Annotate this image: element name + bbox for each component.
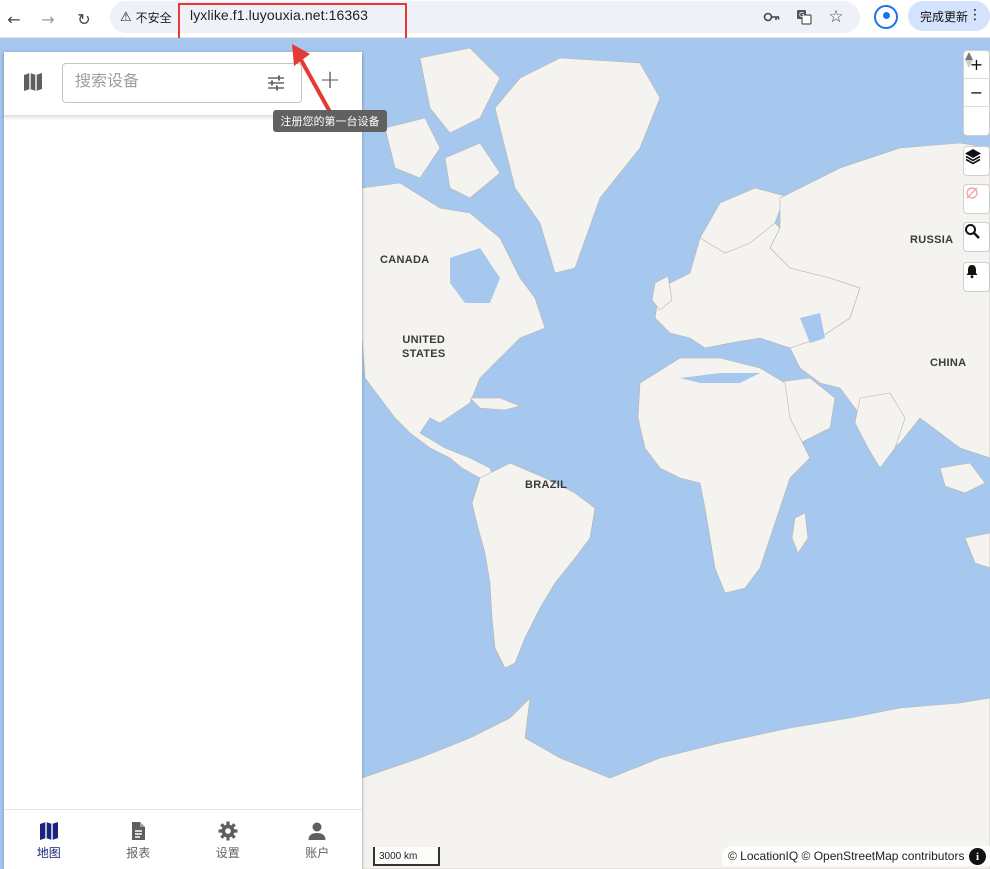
notification-control (963, 262, 990, 292)
zoom-out-button[interactable]: − (964, 79, 989, 107)
security-chip[interactable]: ⚠ 不安全 (120, 8, 172, 26)
reload-icon[interactable]: ↻ (70, 5, 98, 33)
bell-icon (966, 265, 978, 279)
gear-icon (218, 821, 238, 841)
notification-button[interactable] (964, 263, 989, 291)
map-toggle-icon[interactable] (22, 71, 44, 93)
forward-arrow-icon[interactable]: → (34, 5, 62, 33)
search-field[interactable] (62, 63, 302, 103)
person-icon (308, 822, 326, 840)
nav-item-map[interactable]: 地图 (4, 810, 94, 869)
search-control (963, 222, 990, 252)
nav-item-settings[interactable]: 设置 (183, 810, 273, 869)
browser-toolbar: ← → ↻ ⚠ 不安全 lyxlike.f1.luyouxia.net:1636… (0, 0, 990, 44)
geofence-off-icon (966, 187, 978, 199)
compass-button[interactable] (964, 52, 989, 135)
nav-item-reports[interactable]: 报表 (94, 810, 184, 869)
map-label-china: CHINA (930, 357, 967, 369)
geofence-control (963, 184, 990, 214)
update-button-label: 完成更新 (920, 9, 969, 24)
layers-button[interactable] (964, 147, 989, 175)
device-panel: + (4, 52, 362, 869)
profile-icon[interactable] (874, 5, 898, 29)
geofence-button[interactable] (964, 185, 989, 213)
nav-label-settings: 设置 (215, 846, 240, 860)
nav-label-map: 地图 (36, 846, 61, 860)
map-label-brazil: BRAZIL (525, 479, 568, 491)
map-search-button[interactable] (964, 223, 989, 251)
update-button[interactable]: 完成更新 ⋮ (908, 1, 990, 31)
report-icon (132, 822, 146, 840)
map-attribution: © LocationIQ © OpenStreetMap contributor… (722, 846, 990, 866)
nav-label-reports: 报表 (126, 846, 151, 860)
annotation-arrow (292, 44, 332, 113)
svg-text:G: G (799, 11, 804, 19)
map-label-united-states: UNITED STATES (402, 334, 446, 360)
nav-label-account: 账户 (305, 846, 330, 860)
scale-bar: 3000 km (373, 847, 440, 866)
layers-control (963, 146, 990, 176)
bottom-navigation: 地图 报表 设置 账户 (4, 809, 362, 869)
warning-icon: ⚠ (120, 9, 132, 25)
search-input[interactable] (75, 73, 255, 91)
nav-item-account[interactable]: 账户 (273, 810, 363, 869)
security-label: 不安全 (135, 10, 172, 25)
search-icon (965, 224, 980, 239)
map-label-canada: CANADA (380, 254, 430, 266)
layers-icon (965, 149, 981, 165)
info-icon[interactable]: i (969, 848, 986, 865)
menu-dots-icon[interactable]: ⋮ (968, 7, 982, 23)
add-device-tooltip: 注册您的第一台设备 (273, 110, 387, 132)
bookmark-star-icon[interactable]: ☆ (826, 7, 846, 27)
map-label-russia: RUSSIA (910, 234, 954, 246)
map-icon (39, 822, 58, 840)
zoom-control: + − (963, 50, 990, 136)
back-arrow-icon[interactable]: ← (0, 5, 28, 33)
key-icon[interactable] (762, 7, 782, 27)
translate-icon[interactable]: G (794, 7, 814, 27)
compass-icon (965, 52, 973, 68)
